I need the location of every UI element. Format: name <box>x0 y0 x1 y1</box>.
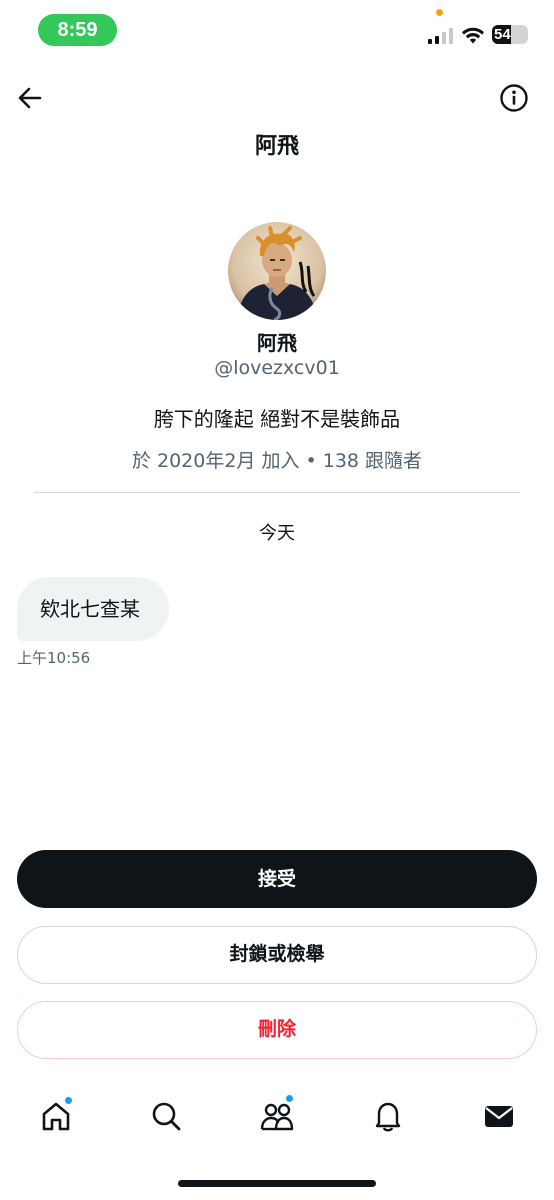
communities-icon <box>260 1103 294 1131</box>
notification-dot <box>64 1096 73 1105</box>
accept-button[interactable]: 接受 <box>17 850 537 908</box>
divider <box>34 492 520 493</box>
cellular-signal-icon <box>428 28 453 44</box>
date-separator: 今天 <box>259 523 295 544</box>
avatar[interactable] <box>228 222 326 320</box>
conversation-info-button[interactable] <box>496 80 532 116</box>
battery-icon: 54 <box>492 25 528 44</box>
back-arrow-icon <box>18 87 42 109</box>
block-or-report-button[interactable]: 封鎖或檢舉 <box>17 926 537 984</box>
status-bar: 8:59 54 <box>0 0 554 64</box>
battery-level: 54 <box>494 26 511 43</box>
tab-search[interactable] <box>144 1094 188 1138</box>
message-timestamp: 上午10:56 <box>17 649 91 667</box>
status-time: 8:59 <box>38 14 117 46</box>
delete-button[interactable]: 刪除 <box>17 1001 537 1059</box>
tab-home[interactable] <box>34 1094 78 1138</box>
profile-name[interactable]: 阿飛 <box>0 327 554 356</box>
profile-meta: 於 2020年2月 加入 • 138 跟隨者 <box>131 450 423 472</box>
back-button[interactable] <box>12 80 48 116</box>
search-icon <box>152 1102 181 1131</box>
profile-bio: 胯下的隆起 絕對不是裝飾品 <box>153 407 401 431</box>
header-title: 阿飛 <box>254 134 299 159</box>
envelope-icon <box>485 1106 513 1127</box>
avatar-image <box>228 222 326 320</box>
message-bubble[interactable]: 欸北七查某 <box>17 577 169 641</box>
notification-dot <box>285 1094 294 1103</box>
privacy-indicator-dot <box>436 9 443 16</box>
info-icon <box>500 84 528 112</box>
tab-messages[interactable] <box>477 1094 521 1138</box>
bell-icon <box>375 1102 401 1132</box>
wifi-icon <box>462 27 484 44</box>
tab-communities[interactable] <box>255 1094 299 1138</box>
tab-notifications[interactable] <box>366 1094 410 1138</box>
home-indicator <box>178 1180 376 1187</box>
profile-handle[interactable]: @lovezxcv01 <box>0 357 554 379</box>
